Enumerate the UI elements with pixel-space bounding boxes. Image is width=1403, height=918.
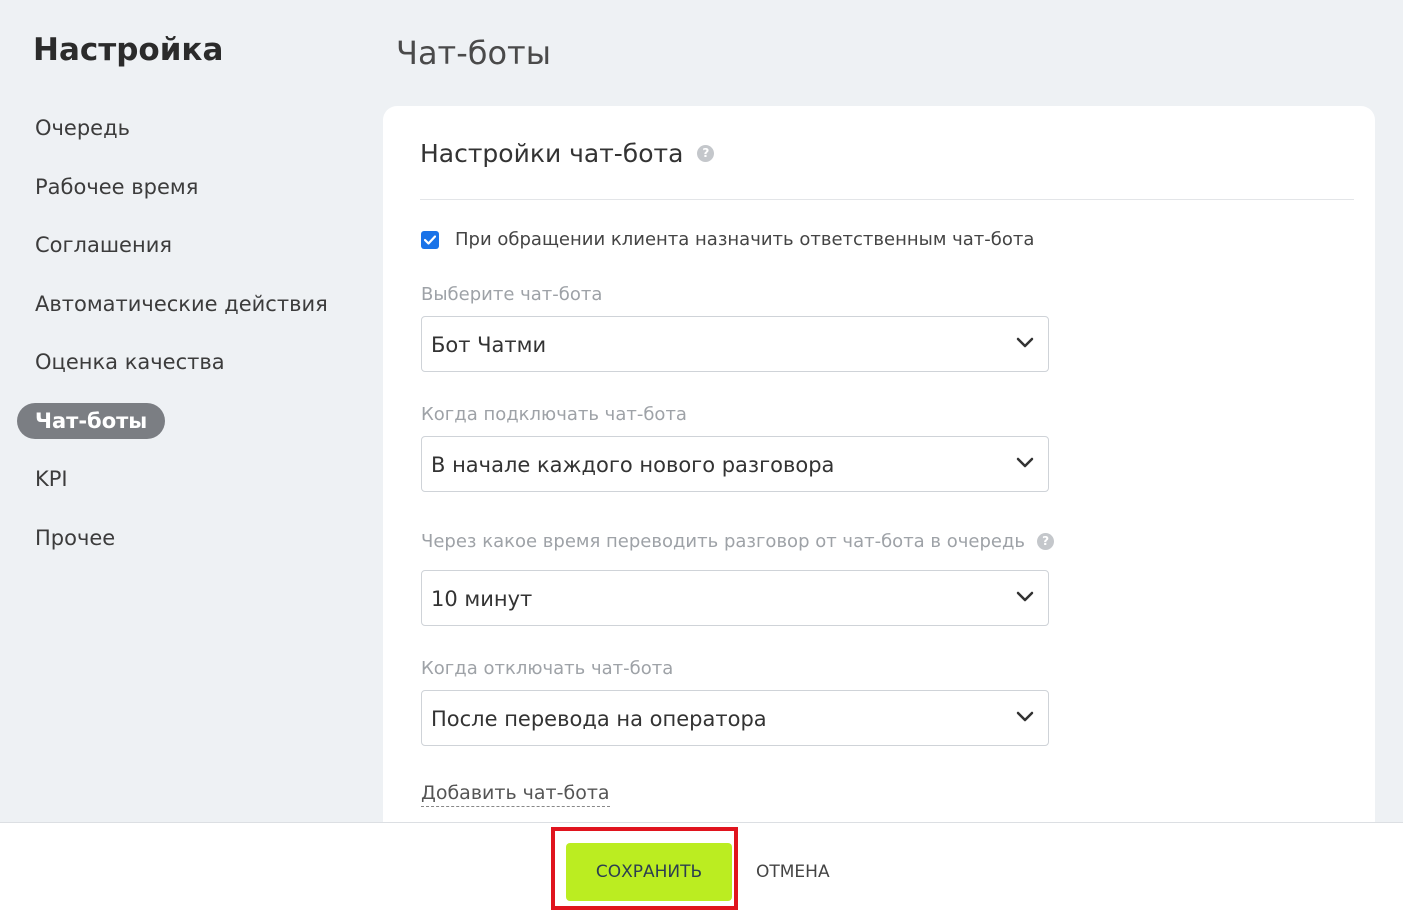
connect-when-dropdown[interactable]: В начале каждого нового разговора xyxy=(421,436,1049,492)
save-button[interactable]: СОХРАНИТЬ xyxy=(566,843,732,901)
select-chatbot-value: Бот Чатми xyxy=(431,333,547,357)
transfer-timeout-value: 10 минут xyxy=(431,587,533,611)
chevron-down-icon xyxy=(1016,457,1034,468)
chevron-down-icon xyxy=(1016,591,1034,602)
connect-when-label: Когда подключать чат-бота xyxy=(421,404,687,425)
nav-item-other[interactable]: Прочее xyxy=(17,520,133,556)
assign-chatbot-checkbox[interactable] xyxy=(421,230,439,249)
disconnect-when-dropdown[interactable]: После перевода на оператора xyxy=(421,690,1049,746)
transfer-timeout-dropdown[interactable]: 10 минут xyxy=(421,570,1049,626)
chatbot-settings-card: Настройки чат-бота? При обращении клиент… xyxy=(383,106,1375,846)
card-title: Настройки чат-бота xyxy=(420,139,684,168)
action-footer: СОХРАНИТЬ ОТМЕНА xyxy=(0,822,1403,918)
assign-chatbot-label: При обращении клиента назначить ответств… xyxy=(455,229,1035,250)
nav-item-queue[interactable]: Очередь xyxy=(17,110,148,146)
nav-item-chatbots[interactable]: Чат-боты xyxy=(17,402,166,439)
disconnect-when-value: После перевода на оператора xyxy=(431,707,767,731)
assign-chatbot-option: При обращении клиента назначить ответств… xyxy=(421,229,1034,250)
chevron-down-icon xyxy=(1016,337,1034,348)
nav-item-agreements[interactable]: Соглашения xyxy=(17,227,190,263)
select-chatbot-label: Выберите чат-бота xyxy=(421,284,603,305)
check-icon xyxy=(424,234,436,245)
help-icon[interactable]: ? xyxy=(1037,533,1055,550)
chevron-down-icon xyxy=(1016,711,1034,722)
nav-item-automatic-actions[interactable]: Автоматические действия xyxy=(17,286,346,322)
select-chatbot-dropdown[interactable]: Бот Чатми xyxy=(421,316,1049,372)
disconnect-when-label: Когда отключать чат-бота xyxy=(421,658,674,679)
transfer-timeout-label-text: Через какое время переводить разговор от… xyxy=(421,531,1026,552)
card-header: Настройки чат-бота? xyxy=(420,139,1354,200)
nav-item-kpi[interactable]: KPI xyxy=(17,461,86,497)
transfer-timeout-label: Через какое время переводить разговор от… xyxy=(421,531,1055,552)
sidebar-title: Настройка xyxy=(33,32,224,68)
add-chatbot-link[interactable]: Добавить чат-бота xyxy=(421,781,610,807)
cancel-button[interactable]: ОТМЕНА xyxy=(756,843,830,901)
nav-item-working-hours[interactable]: Рабочее время xyxy=(17,169,216,205)
connect-when-value: В начале каждого нового разговора xyxy=(431,453,835,477)
nav-item-quality-rating[interactable]: Оценка качества xyxy=(17,344,243,380)
help-icon[interactable]: ? xyxy=(697,145,715,162)
settings-nav: Очередь Рабочее время Соглашения Автомат… xyxy=(17,110,357,578)
page-title: Чат-боты xyxy=(396,34,551,72)
